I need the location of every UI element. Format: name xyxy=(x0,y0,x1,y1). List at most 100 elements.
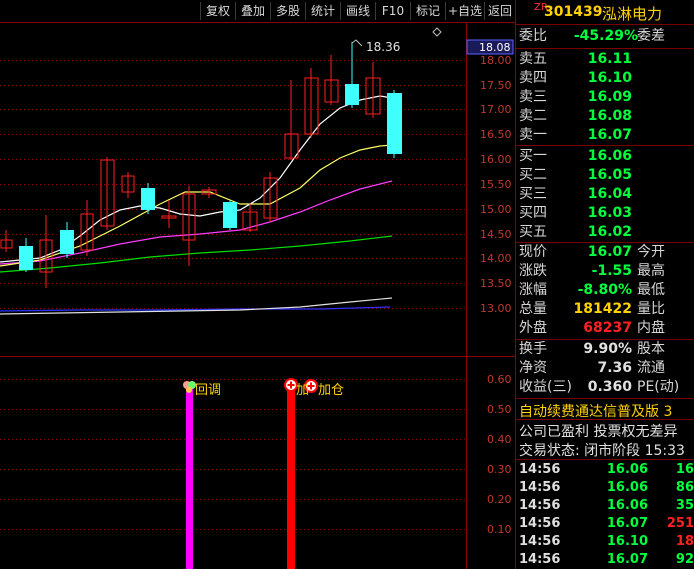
sell-level-label: 卖一 xyxy=(519,127,547,143)
buy-price: 16.06 xyxy=(587,148,632,164)
volume-value: 181422 xyxy=(573,301,632,317)
indicator-tick: 0.60 xyxy=(487,373,512,386)
outer-value: 68237 xyxy=(583,320,632,336)
sell-price: 16.07 xyxy=(587,127,632,143)
open-label: 今开 xyxy=(637,244,665,260)
float-label: 流通 xyxy=(637,360,665,376)
ma20-line xyxy=(0,180,393,265)
sell-row: 卖一 16.07 xyxy=(516,126,694,145)
ma120-line xyxy=(0,297,393,315)
tick-time: 14:56 xyxy=(519,516,561,531)
inner-label: 内盘 xyxy=(637,320,665,336)
price-tick: 15.50 xyxy=(480,178,512,191)
tick-row: 14:56 16.06 35 xyxy=(516,497,694,515)
stock-code[interactable]: 301439 xyxy=(544,4,602,20)
price-tick: 16.00 xyxy=(480,153,512,166)
add-position-prefix: 加 xyxy=(296,383,309,398)
buy-level-label: 买五 xyxy=(519,224,547,240)
indicator-tick: 0.30 xyxy=(487,463,512,476)
tick-time: 14:56 xyxy=(519,480,561,495)
moving-average-lines xyxy=(0,95,393,315)
eps-value: 0.360 xyxy=(587,379,632,395)
low-label: 最低 xyxy=(637,282,665,298)
equity-label: 股本 xyxy=(637,341,665,357)
sell-level-label: 卖三 xyxy=(519,89,547,105)
price-tick: 15.00 xyxy=(480,203,512,216)
promo-marquee[interactable]: 自动续费通达信普及版 3 xyxy=(519,401,694,421)
tick-row: 14:56 16.06 16 xyxy=(516,461,694,479)
price-tick: 14.50 xyxy=(480,228,512,241)
stock-name[interactable]: 泓淋电力 xyxy=(602,3,662,24)
fund-row-nav: 净资 7.36 流通 xyxy=(516,359,694,378)
buy-price: 16.02 xyxy=(587,224,632,240)
fund-row-turnover: 换手 9.90% 股本 xyxy=(516,340,694,359)
sell-row: 卖三 16.09 xyxy=(516,88,694,107)
nav-value: 7.36 xyxy=(597,360,632,376)
pct-label: 涨幅 xyxy=(519,282,547,298)
sell-price: 16.08 xyxy=(587,108,632,124)
buy-row: 买五 16.02 xyxy=(516,223,694,242)
buy-price: 16.05 xyxy=(587,167,632,183)
tick-volume: 251 xyxy=(666,516,694,531)
sell-price: 16.11 xyxy=(587,51,632,67)
now-label: 现价 xyxy=(519,244,547,260)
buy-row: 买二 16.05 xyxy=(516,166,694,185)
high-label: 最高 xyxy=(637,263,665,279)
volume-ratio-label: 量比 xyxy=(637,301,665,317)
tick-price: 16.06 xyxy=(606,462,648,477)
sell-row: 卖二 16.08 xyxy=(516,107,694,126)
tick-row: 14:56 16.10 18 xyxy=(516,533,694,551)
tick-price: 16.07 xyxy=(606,552,648,567)
indicator-tick: 0.40 xyxy=(487,433,512,446)
volume-label: 总量 xyxy=(519,301,547,317)
buy-level-label: 买二 xyxy=(519,167,547,183)
settings-diamond-icon[interactable] xyxy=(432,27,442,37)
pe-label: PE(动) xyxy=(637,379,680,395)
price-tick: 18.00 xyxy=(480,54,512,67)
tick-volume: 16 xyxy=(675,462,694,477)
tick-row: 14:56 16.07 92 xyxy=(516,551,694,569)
buy-price: 16.03 xyxy=(587,205,632,221)
kline-chart[interactable]: 18.00 17.50 17.00 16.50 16.00 15.50 15.0… xyxy=(0,0,516,569)
diff-label: 委差 xyxy=(637,28,665,44)
quote-row-change: 涨跌 -1.55 最高 xyxy=(516,262,694,281)
outer-label: 外盘 xyxy=(519,320,547,336)
buy-row: 买四 16.03 xyxy=(516,204,694,223)
tick-price: 16.06 xyxy=(606,498,648,513)
change-label: 涨跌 xyxy=(519,263,547,279)
tick-time: 14:56 xyxy=(519,498,561,513)
tick-volume: 86 xyxy=(675,480,694,495)
tick-volume: 92 xyxy=(675,552,694,567)
turnover-value: 9.90% xyxy=(583,341,632,357)
price-tick: 13.00 xyxy=(480,302,512,315)
tick-price: 16.10 xyxy=(606,534,648,549)
tick-time: 14:56 xyxy=(519,534,561,549)
signal-bar-add-position xyxy=(287,383,295,569)
pct-value: -8.80% xyxy=(577,282,632,298)
tick-volume: 35 xyxy=(675,498,694,513)
current-price-tag-text: 18.08 xyxy=(479,41,511,54)
tick-time: 14:56 xyxy=(519,462,561,477)
buy-level-label: 买一 xyxy=(519,148,547,164)
high-marker-label: 18.36 xyxy=(366,40,400,54)
ratio-value: -45.29% xyxy=(573,28,638,44)
price-tick: 14.00 xyxy=(480,252,512,265)
ratio-label: 委比 xyxy=(519,28,547,44)
tick-row: 14:56 16.07 251 xyxy=(516,515,694,533)
price-tick: 17.00 xyxy=(480,103,512,116)
change-value: -1.55 xyxy=(591,263,632,279)
nav-label: 净资 xyxy=(519,360,547,376)
sell-price: 16.09 xyxy=(587,89,632,105)
buy-level-label: 买三 xyxy=(519,186,547,202)
indicator-tick: 0.20 xyxy=(487,493,512,506)
sell-level-label: 卖四 xyxy=(519,70,547,86)
price-tick: 17.50 xyxy=(480,79,512,92)
buy-row: 买三 16.04 xyxy=(516,185,694,204)
indicator-tick: 0.10 xyxy=(487,523,512,536)
high-marker-arrow xyxy=(351,39,363,47)
sell-row: 卖五 16.11 xyxy=(516,50,694,69)
price-tick: 13.50 xyxy=(480,277,512,290)
buy-price: 16.04 xyxy=(587,186,632,202)
candlesticks xyxy=(0,42,402,288)
sell-level-label: 卖二 xyxy=(519,108,547,124)
